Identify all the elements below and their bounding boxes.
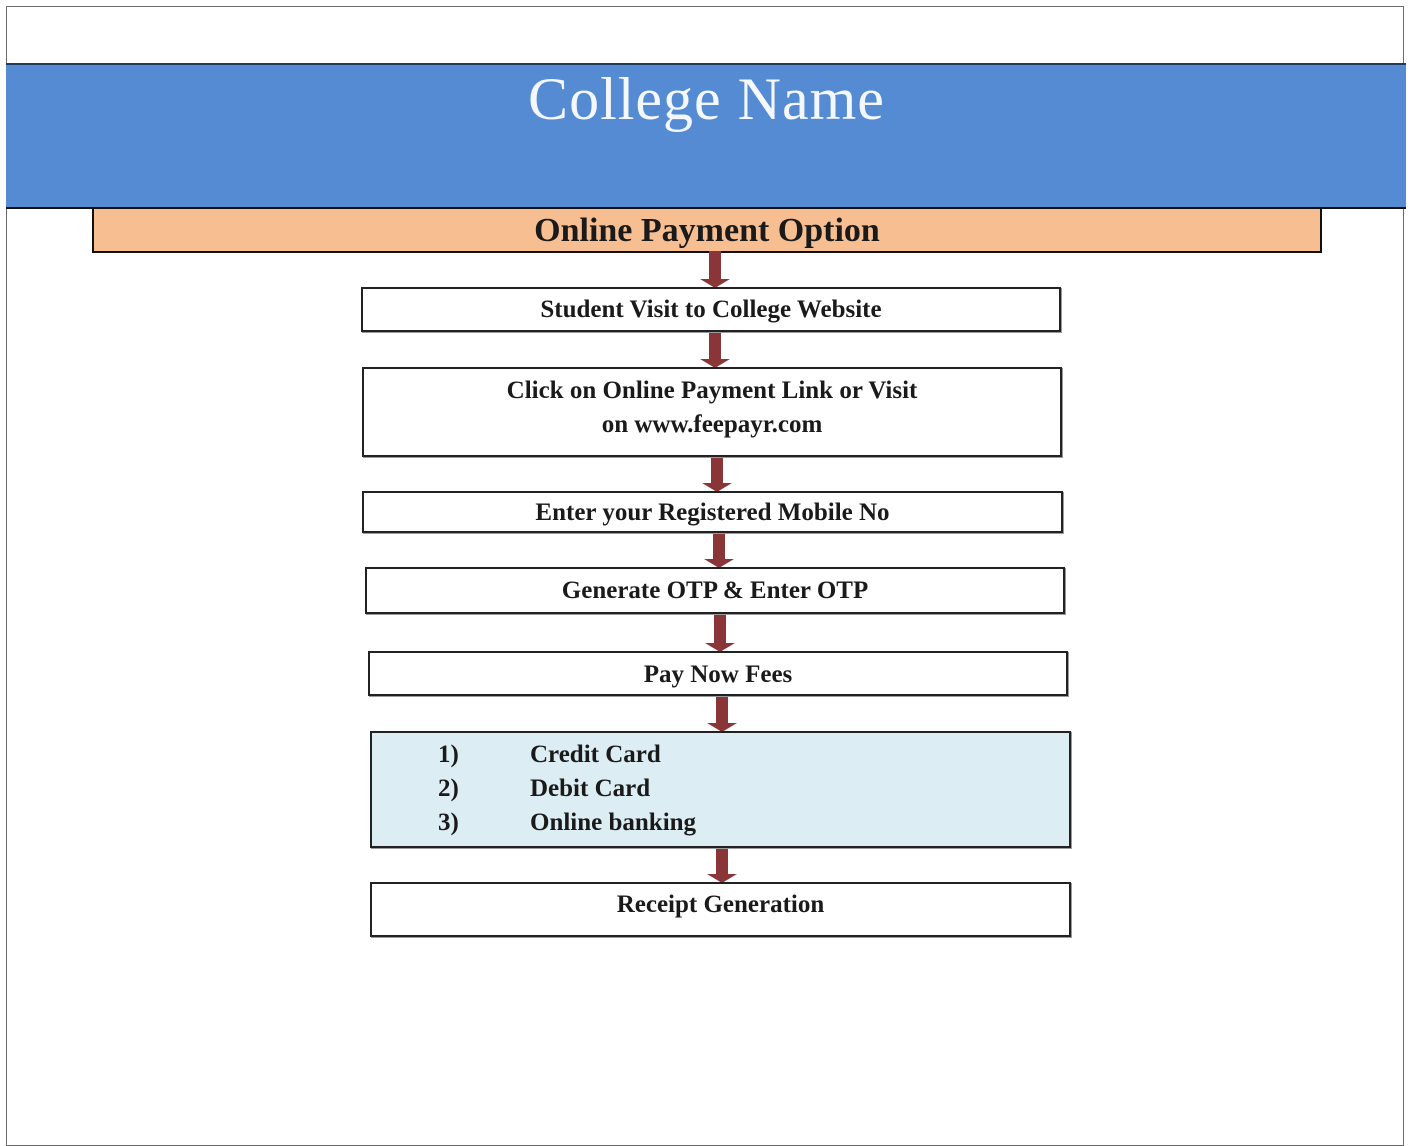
flow-arrow-6	[707, 695, 737, 732]
step-online-payment-link: Click on Online Payment Link or Visit on…	[362, 367, 1062, 457]
step-online-payment-link-line2: on www.feepayr.com	[601, 411, 823, 438]
payment-method-label: Debit Card	[530, 775, 651, 802]
flow-arrow-3	[702, 456, 732, 492]
step-online-payment-link-line1: Click on Online Payment Link or Visit	[506, 377, 918, 404]
payment-method-item: 3) Online banking	[438, 806, 696, 840]
option-band: Online Payment Option	[92, 209, 1322, 253]
flow-arrow-7	[707, 847, 737, 883]
payment-method-number: 1)	[438, 741, 459, 768]
flow-arrow-1	[700, 251, 730, 288]
step-pay-now: Pay Now Fees	[368, 651, 1068, 696]
flow-arrow-4	[704, 532, 734, 568]
step-generate-otp-label: Generate OTP & Enter OTP	[561, 577, 869, 604]
section-title: Online Payment Option	[534, 212, 880, 249]
payment-method-label: Online banking	[530, 809, 697, 836]
flow-arrow-5	[705, 613, 735, 652]
payment-method-item: 1) Credit Card	[438, 738, 661, 772]
step-enter-mobile: Enter your Registered Mobile No	[362, 491, 1063, 533]
payment-method-number: 2)	[438, 775, 459, 802]
step-generate-otp: Generate OTP & Enter OTP	[365, 567, 1065, 614]
step-visit-website: Student Visit to College Website	[361, 287, 1061, 332]
step-enter-mobile-label: Enter your Registered Mobile No	[535, 499, 890, 526]
step-visit-website-label: Student Visit to College Website	[540, 296, 882, 323]
payment-method-label: Credit Card	[530, 741, 661, 768]
step-pay-now-label: Pay Now Fees	[643, 661, 793, 688]
payment-methods-box: 1) Credit Card 2) Debit Card 3) Online bank…	[370, 731, 1071, 848]
payment-method-item: 2) Debit Card	[438, 772, 650, 806]
college-name: College Name	[528, 66, 885, 132]
step-receipt-generation: Receipt Generation	[370, 882, 1071, 937]
flow-arrow-2	[700, 331, 730, 368]
step-receipt-generation-label: Receipt Generation	[616, 891, 825, 918]
payment-method-number: 3)	[438, 809, 459, 836]
